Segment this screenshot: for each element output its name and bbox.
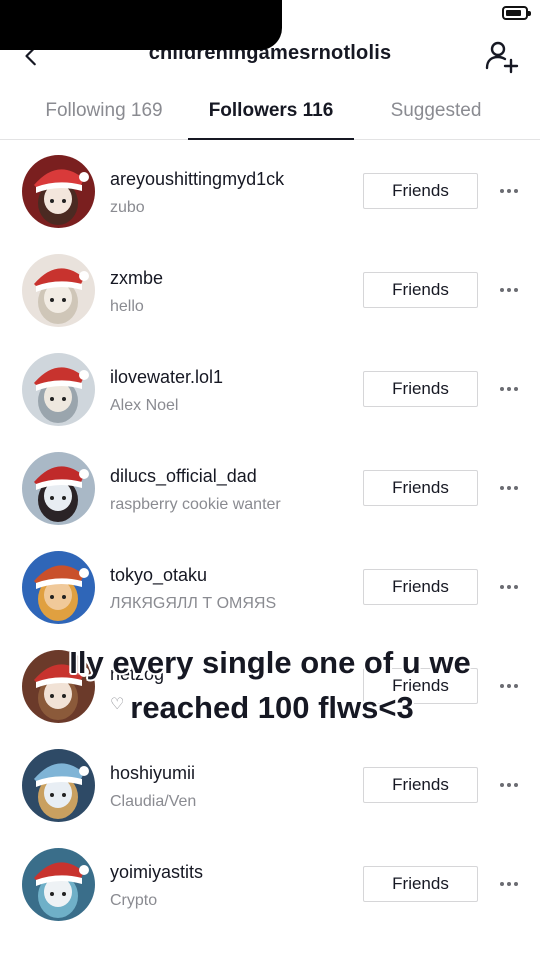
follower-username[interactable]: dilucs_official_dad bbox=[110, 466, 257, 487]
follower-username[interactable]: zxmbe bbox=[110, 268, 163, 289]
follower-nickname: hello bbox=[110, 298, 144, 315]
avatar[interactable] bbox=[22, 452, 95, 525]
avatar[interactable] bbox=[22, 155, 95, 228]
more-options-button[interactable] bbox=[496, 377, 522, 401]
dot bbox=[500, 189, 504, 193]
more-options-button[interactable] bbox=[496, 575, 522, 599]
follower-row[interactable]: ilovewater.lol1 Alex Noel Friends bbox=[0, 339, 540, 438]
follow-tabs: Following 169 Followers 116 Suggested bbox=[0, 88, 540, 140]
avatar-image bbox=[22, 254, 95, 327]
avatar-image bbox=[22, 848, 95, 921]
friends-button[interactable]: Friends bbox=[363, 470, 478, 506]
caption-line-1: Ily every single one of u we bbox=[69, 645, 471, 680]
friends-button[interactable]: Friends bbox=[363, 371, 478, 407]
dot bbox=[500, 882, 504, 886]
dot bbox=[500, 486, 504, 490]
more-options-button[interactable] bbox=[496, 773, 522, 797]
battery-icon bbox=[502, 6, 531, 20]
follower-username[interactable]: areyoushittingmyd1ck bbox=[110, 169, 284, 190]
more-options-button[interactable] bbox=[496, 179, 522, 203]
video-caption-overlay: Ily every single one of u we reached 100… bbox=[0, 640, 540, 730]
follower-row[interactable]: yoimiyastits Crypto Friends bbox=[0, 834, 540, 933]
follower-nickname: Claudia/Ven bbox=[110, 793, 197, 810]
dot bbox=[500, 387, 504, 391]
dot bbox=[514, 288, 518, 292]
follower-row[interactable]: tokyo_otaku ЛЯКЯGЯЛЛ Т ОМЯЯS Friends bbox=[0, 537, 540, 636]
friends-button[interactable]: Friends bbox=[363, 173, 478, 209]
add-user-icon bbox=[485, 41, 519, 74]
follower-row[interactable]: areyoushittingmyd1ck zubo Friends bbox=[0, 141, 540, 240]
dot bbox=[514, 387, 518, 391]
avatar[interactable] bbox=[22, 551, 95, 624]
followers-list: areyoushittingmyd1ck zubo Friends zxmbe … bbox=[0, 141, 540, 933]
avatar-image bbox=[22, 353, 95, 426]
follower-username[interactable]: hoshiyumii bbox=[110, 763, 195, 784]
follower-nickname: Alex Noel bbox=[110, 397, 179, 414]
follower-nickname: Crypto bbox=[110, 892, 158, 909]
dot bbox=[507, 882, 511, 886]
dot bbox=[507, 387, 511, 391]
dot bbox=[514, 783, 518, 787]
avatar[interactable] bbox=[22, 254, 95, 327]
follower-row[interactable]: zxmbe hello Friends bbox=[0, 240, 540, 339]
dot bbox=[500, 288, 504, 292]
follower-nickname: ЛЯКЯGЯЛЛ Т ОМЯЯS bbox=[110, 595, 277, 612]
dot bbox=[507, 585, 511, 589]
dot bbox=[514, 189, 518, 193]
camera-notch bbox=[0, 0, 282, 50]
caption-line-2: reached 100 flws<3 bbox=[130, 690, 414, 725]
friends-button[interactable]: Friends bbox=[363, 272, 478, 308]
follower-nickname: zubo bbox=[110, 199, 145, 216]
follower-username[interactable]: tokyo_otaku bbox=[110, 565, 207, 586]
dot bbox=[500, 585, 504, 589]
avatar[interactable] bbox=[22, 353, 95, 426]
dot bbox=[507, 486, 511, 490]
follower-nickname: raspberry cookie wanter bbox=[110, 496, 281, 513]
friends-button[interactable]: Friends bbox=[363, 866, 478, 902]
friends-button[interactable]: Friends bbox=[363, 767, 478, 803]
active-tab-indicator bbox=[188, 138, 354, 140]
avatar[interactable] bbox=[22, 848, 95, 921]
avatar[interactable] bbox=[22, 749, 95, 822]
avatar-image bbox=[22, 155, 95, 228]
add-friend-button[interactable] bbox=[484, 38, 520, 74]
tab-suggested[interactable]: Suggested bbox=[366, 100, 506, 122]
dot bbox=[500, 783, 504, 787]
dot bbox=[514, 882, 518, 886]
tab-followers[interactable]: Followers 116 bbox=[188, 100, 354, 122]
dot bbox=[507, 189, 511, 193]
dot bbox=[514, 585, 518, 589]
friends-button[interactable]: Friends bbox=[363, 569, 478, 605]
more-options-button[interactable] bbox=[496, 872, 522, 896]
dot bbox=[507, 288, 511, 292]
more-options-button[interactable] bbox=[496, 476, 522, 500]
avatar-image bbox=[22, 551, 95, 624]
follower-row[interactable]: hoshiyumii Claudia/Ven Friends bbox=[0, 735, 540, 834]
dot bbox=[514, 486, 518, 490]
follower-row[interactable]: dilucs_official_dad raspberry cookie wan… bbox=[0, 438, 540, 537]
tab-following[interactable]: Following 169 bbox=[30, 100, 178, 122]
avatar-image bbox=[22, 452, 95, 525]
follower-username[interactable]: ilovewater.lol1 bbox=[110, 367, 223, 388]
more-options-button[interactable] bbox=[496, 278, 522, 302]
avatar-image bbox=[22, 749, 95, 822]
dot bbox=[507, 783, 511, 787]
follower-username[interactable]: yoimiyastits bbox=[110, 862, 203, 883]
